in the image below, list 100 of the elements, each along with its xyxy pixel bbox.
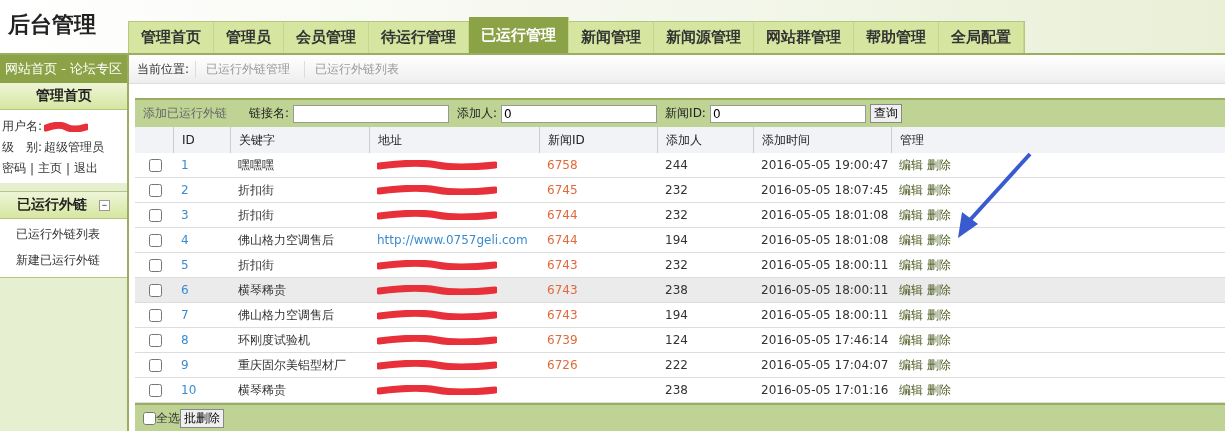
id-link[interactable]: 9 [181, 358, 189, 372]
row-checkbox[interactable] [149, 158, 162, 172]
field-label: 链接名: [249, 105, 290, 122]
id-link[interactable]: 2 [181, 183, 189, 197]
news-id-text: 6739 [547, 333, 578, 347]
table-row[interactable]: 6 横琴稀贵 6743 238 2016-05-05 18:00:11 编辑 删除 [135, 278, 1225, 303]
keyword-text: 折扣街 [238, 181, 274, 199]
sidebar-heading: 管理首页 [0, 83, 127, 110]
adder-text: 232 [665, 208, 688, 222]
nav-tab[interactable]: 管理员 [214, 22, 284, 53]
row-checkbox[interactable] [149, 183, 162, 197]
time-text: 2016-05-05 18:00:11 [761, 308, 889, 322]
id-link[interactable]: 7 [181, 308, 189, 322]
row-checkbox[interactable] [149, 233, 162, 247]
adder-text: 238 [665, 283, 688, 297]
id-link[interactable]: 5 [181, 258, 189, 272]
news-id-text: 6743 [547, 283, 578, 297]
time-text: 2016-05-05 19:00:47 [761, 158, 889, 172]
adder-text: 194 [665, 233, 688, 247]
news-id-text: 6743 [547, 308, 578, 322]
nav-tab[interactable]: 网站群管理 [754, 22, 854, 53]
time-text: 2016-05-05 17:04:07 [761, 358, 889, 372]
user-link[interactable]: 退出 [74, 160, 99, 177]
breadcrumb-label: 当前位置: [137, 60, 190, 78]
action-link[interactable]: 编辑 [899, 181, 923, 199]
select-all-label: 全选 [156, 409, 180, 427]
adder-text: 232 [665, 183, 688, 197]
time-text: 2016-05-05 18:00:11 [761, 258, 889, 272]
adder-text: 238 [665, 383, 688, 397]
sidebar-link[interactable]: 新建已运行外链 [0, 247, 127, 273]
action-link[interactable]: 编辑 [899, 156, 923, 174]
adder-text: 222 [665, 358, 688, 372]
batch-delete-button[interactable]: 批删除 [180, 408, 224, 428]
action-link[interactable]: 编辑 [899, 231, 923, 249]
id-link[interactable]: 1 [181, 158, 189, 172]
collapse-toggle[interactable]: − [99, 199, 110, 211]
action-link[interactable]: 编辑 [899, 256, 923, 274]
row-checkbox[interactable] [149, 383, 162, 397]
user-link[interactable]: 密码 [2, 160, 26, 177]
nav-tab[interactable]: 管理首页 [129, 22, 214, 53]
add-link[interactable]: 添加已运行外链 [143, 105, 227, 122]
filter-field[interactable]: 0 [501, 104, 658, 123]
nav-tab[interactable]: 会员管理 [284, 22, 369, 53]
row-checkbox[interactable] [149, 308, 162, 322]
action-link[interactable]: 删除 [927, 256, 951, 274]
address-link[interactable]: http://www.0757geli.com [377, 233, 528, 247]
action-link[interactable]: 删除 [927, 156, 951, 174]
id-link[interactable]: 4 [181, 233, 189, 247]
section-title: 已运行外链 [17, 196, 87, 214]
link-separator: | [30, 161, 35, 176]
news-id-text: 6743 [547, 258, 578, 272]
action-link[interactable]: 删除 [927, 231, 951, 249]
link-separator: | [66, 161, 71, 176]
adder-text: 244 [665, 158, 688, 172]
sidebar-link[interactable]: 已运行外链列表 [0, 221, 127, 247]
id-link[interactable]: 10 [181, 383, 197, 397]
action-link[interactable]: 编辑 [899, 306, 923, 324]
filter-field[interactable]: 0 [709, 104, 866, 123]
keyword-text: 重庆固尔美铝型材厂 [238, 356, 346, 374]
select-all-checkbox[interactable] [143, 411, 156, 425]
query-button[interactable]: 查询 [869, 104, 902, 123]
row-checkbox[interactable] [149, 283, 162, 297]
action-link[interactable]: 编辑 [899, 381, 923, 399]
action-link[interactable]: 编辑 [899, 356, 923, 374]
adder-text: 194 [665, 308, 688, 322]
row-checkbox[interactable] [149, 358, 162, 372]
row-checkbox[interactable] [149, 333, 162, 347]
id-link[interactable]: 3 [181, 208, 189, 222]
action-link[interactable]: 删除 [927, 356, 951, 374]
action-link[interactable]: 编辑 [899, 331, 923, 349]
nav-tab[interactable]: 帮助管理 [854, 22, 939, 53]
nav-tab[interactable]: 新闻管理 [569, 22, 654, 53]
user-link[interactable]: 主页 [38, 160, 63, 177]
id-link[interactable]: 8 [181, 333, 189, 347]
time-text: 2016-05-05 17:46:14 [761, 333, 889, 347]
action-link[interactable]: 删除 [927, 206, 951, 224]
keyword-text: 折扣街 [238, 206, 274, 224]
nav-tab[interactable]: 全局配置 [939, 22, 1024, 53]
nav-tab[interactable]: 新闻源管理 [654, 22, 754, 53]
keyword-text: 佛山格力空调售后 [238, 231, 334, 249]
app-title: 后台管理 [7, 11, 97, 39]
action-link[interactable]: 编辑 [899, 206, 923, 224]
news-id-text: 6726 [547, 358, 578, 372]
adder-text: 232 [665, 258, 688, 272]
action-link[interactable]: 删除 [927, 306, 951, 324]
row-checkbox[interactable] [149, 208, 162, 222]
time-text: 2016-05-05 18:00:11 [761, 283, 889, 297]
user-level: 超级管理员 [44, 139, 105, 156]
time-text: 2016-05-05 18:01:08 [761, 233, 889, 247]
action-link[interactable]: 编辑 [899, 281, 923, 299]
action-link[interactable]: 删除 [927, 181, 951, 199]
field-label: 新闻ID: [665, 105, 706, 122]
action-link[interactable]: 删除 [927, 331, 951, 349]
time-text: 2016-05-05 18:07:45 [761, 183, 889, 197]
action-link[interactable]: 删除 [927, 281, 951, 299]
filter-field[interactable] [293, 104, 450, 123]
action-link[interactable]: 删除 [927, 381, 951, 399]
row-checkbox[interactable] [149, 258, 162, 272]
news-id-text: 6744 [547, 208, 578, 222]
keyword-text: 横琴稀贵 [238, 381, 286, 399]
